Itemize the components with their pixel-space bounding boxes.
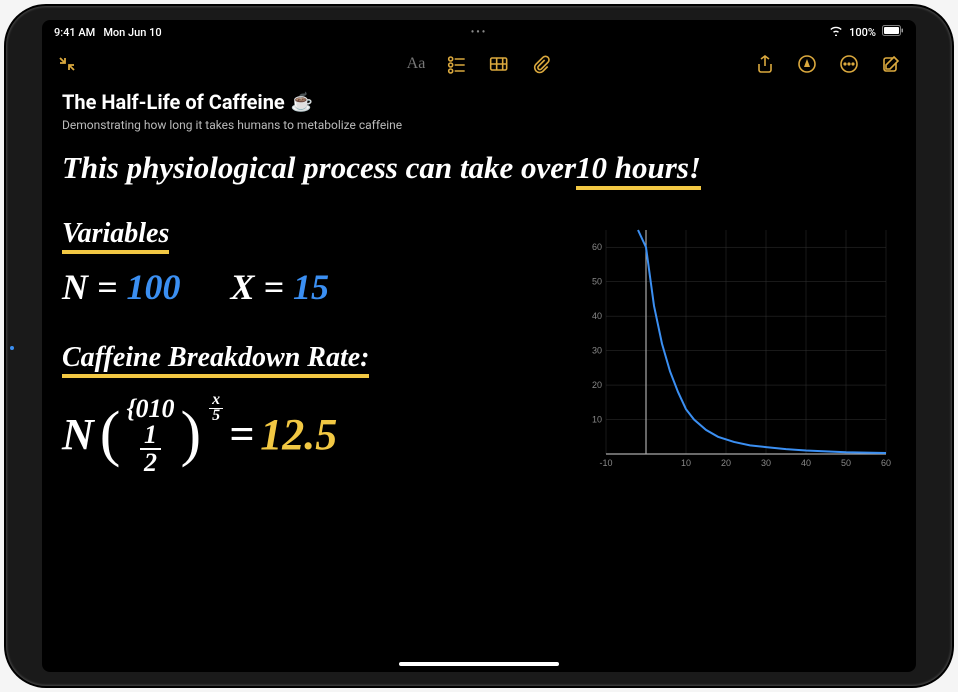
svg-text:10: 10 [592,415,602,425]
formula-exponent: x 5 [209,393,223,423]
handwritten-canvas[interactable]: This physiological process can take over… [42,142,916,644]
hw-variables-heading: Variables [62,218,169,254]
svg-text:10: 10 [681,458,691,468]
status-bar: 9:41 AM Mon Jun 10 ••• 100% [42,20,916,44]
svg-text:20: 20 [592,380,602,390]
hw-rate-heading: Caffeine Breakdown Rate: [62,342,369,378]
hw-sentence-emphasis: 10 hours! [576,148,701,190]
hw-var-x-label: X = [231,267,294,307]
screen: 9:41 AM Mon Jun 10 ••• 100% [42,20,916,672]
battery-icon [882,25,904,39]
hw-sentence: This physiological process can take over… [62,148,896,190]
svg-text:50: 50 [841,458,851,468]
hw-var-x: X = 15 [231,266,330,308]
paren-right: ) [181,399,202,470]
svg-text:40: 40 [801,458,811,468]
hw-var-n-value: 100 [127,267,181,307]
svg-text:60: 60 [592,242,602,252]
checklist-button[interactable] [445,53,467,75]
note-header: The Half-Life of Caffeine ☕ Demonstratin… [42,84,916,142]
formula-half-num: 1 [140,422,161,450]
svg-text:-10: -10 [599,458,612,468]
formula-exp-den: 5 [212,409,220,423]
share-button[interactable] [754,53,776,75]
multitask-dots[interactable]: ••• [471,27,488,38]
svg-text:20: 20 [721,458,731,468]
attachment-button[interactable] [529,53,551,75]
formula-result: 12.5 [260,409,337,460]
hw-var-n: N = 100 [62,266,181,308]
markup-button[interactable] [796,53,818,75]
formula-equals: = [229,409,254,460]
note-subtitle[interactable]: Demonstrating how long it takes humans t… [62,118,896,132]
app-toolbar: Aa [42,44,916,84]
collapse-button[interactable] [56,53,78,75]
hw-sentence-part1: This physiological process can take over [62,148,576,188]
chart: -10 10 20 30 40 50 60 10 20 30 40 50 60 [572,224,892,474]
note-title-text: The Half-Life of Caffeine [62,90,285,114]
ipad-frame: 9:41 AM Mon Jun 10 ••• 100% [6,6,952,686]
compose-button[interactable] [880,53,902,75]
svg-text:30: 30 [761,458,771,468]
wifi-icon [829,25,843,39]
coffee-emoji: ☕ [291,92,313,113]
font-style-button[interactable]: Aa [407,53,426,75]
svg-text:50: 50 [592,277,602,287]
home-indicator[interactable] [399,662,559,666]
table-button[interactable] [487,53,509,75]
formula-half: {010 1 2 [126,396,174,476]
formula-half-den: 2 [140,450,161,476]
svg-text:30: 30 [592,346,602,356]
status-time: 9:41 AM [54,26,95,39]
more-button[interactable] [838,53,860,75]
note-title[interactable]: The Half-Life of Caffeine ☕ [62,90,896,114]
formula-N: N [62,409,94,460]
side-indicator [10,346,14,350]
svg-text:40: 40 [592,311,602,321]
battery-percent: 100% [849,26,876,39]
status-date: Mon Jun 10 [103,26,161,39]
svg-text:60: 60 [881,458,891,468]
chart-svg: -10 10 20 30 40 50 60 10 20 30 40 50 60 [572,224,892,474]
paren-left: ( [100,399,121,470]
hw-var-x-value: 15 [293,267,329,307]
hw-var-n-label: N = [62,267,127,307]
